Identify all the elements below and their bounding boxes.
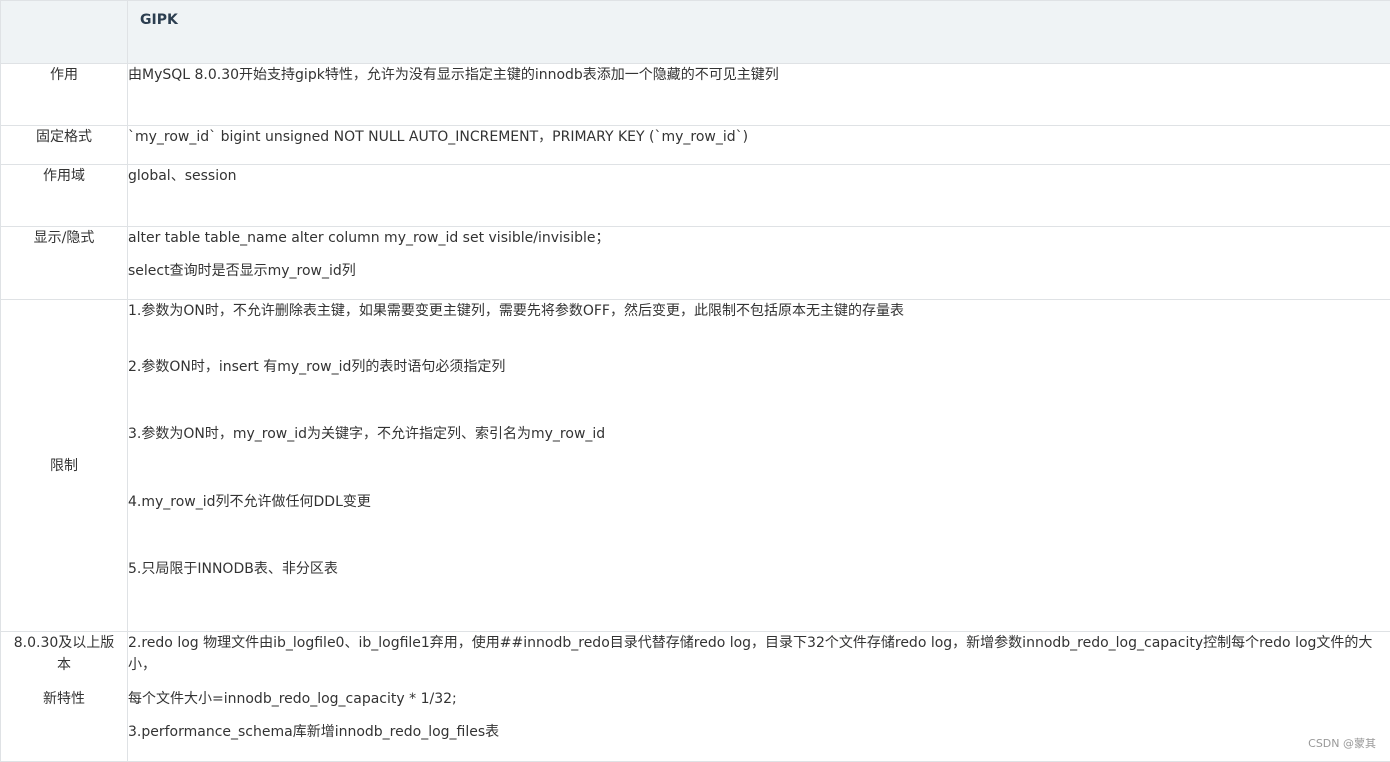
row-label-text: 限制 — [50, 458, 78, 474]
content-line: 4.my_row_id列不允许做任何DDL变更 — [128, 491, 1390, 513]
content-line: 3.performance_schema库新增innodb_redo_log_f… — [128, 721, 1390, 743]
row-label-text: 本 — [1, 654, 127, 676]
content-line: 由MySQL 8.0.30开始支持gipk特性，允许为没有显示指定主键的inno… — [128, 64, 1390, 86]
content-line: 2.redo log 物理文件由ib_logfile0、ib_logfile1弃… — [128, 632, 1390, 676]
row-content-format: `my_row_id` bigint unsigned NOT NULL AUT… — [128, 126, 1390, 165]
content-line: 3.参数为ON时，my_row_id为关键字，不允许指定列、索引名为my_row… — [128, 423, 1390, 445]
row-label-limits: 限制 — [1, 300, 128, 632]
content-line: 2.参数ON时，insert 有my_row_id列的表时语句必须指定列 — [128, 356, 1390, 378]
watermark: CSDN @蒙其 — [1308, 735, 1376, 751]
table-row: 固定格式 `my_row_id` bigint unsigned NOT NUL… — [1, 126, 1390, 165]
content-line: `my_row_id` bigint unsigned NOT NULL AUT… — [128, 126, 1390, 148]
row-label-text: 作用 — [50, 67, 78, 83]
row-label-text: 作用域 — [43, 168, 85, 184]
row-label-purpose: 作用 — [1, 64, 128, 126]
content-line: select查询时是否显示my_row_id列 — [128, 260, 1390, 282]
header-title: GIPK — [128, 1, 1390, 64]
row-content-purpose: 由MySQL 8.0.30开始支持gipk特性，允许为没有显示指定主键的inno… — [128, 64, 1390, 126]
header-empty-cell — [1, 1, 128, 64]
row-label-text: 显示/隐式 — [34, 230, 95, 246]
content-line: global、session — [128, 165, 1390, 187]
row-content-limits: 1.参数为ON时，不允许删除表主键，如果需要变更主键列，需要先将参数OFF，然后… — [128, 300, 1390, 632]
row-label-text: 固定格式 — [36, 129, 92, 145]
table-row: 显示/隐式 alter table table_name alter colum… — [1, 227, 1390, 300]
row-label-new-features: 8.0.30及以上版 本 新特性 — [1, 632, 128, 762]
row-content-visibility: alter table table_name alter column my_r… — [128, 227, 1390, 300]
table-row: 8.0.30及以上版 本 新特性 2.redo log 物理文件由ib_logf… — [1, 632, 1390, 762]
row-label-format: 固定格式 — [1, 126, 128, 165]
row-label-scope: 作用域 — [1, 165, 128, 227]
row-label-visibility: 显示/隐式 — [1, 227, 128, 300]
row-label-text: 8.0.30及以上版 — [1, 632, 127, 654]
table-row: 限制 1.参数为ON时，不允许删除表主键，如果需要变更主键列，需要先将参数OFF… — [1, 300, 1390, 632]
table-row: 作用 由MySQL 8.0.30开始支持gipk特性，允许为没有显示指定主键的i… — [1, 64, 1390, 126]
table-header-row: GIPK — [1, 1, 1390, 64]
row-content-scope: global、session — [128, 165, 1390, 227]
content-line: 5.只局限于INNODB表、非分区表 — [128, 558, 1390, 580]
content-line: 1.参数为ON时，不允许删除表主键，如果需要变更主键列，需要先将参数OFF，然后… — [128, 300, 1390, 322]
table-row: 作用域 global、session — [1, 165, 1390, 227]
gipk-table: GIPK 作用 由MySQL 8.0.30开始支持gipk特性，允许为没有显示指… — [0, 0, 1390, 762]
row-content-new-features: 2.redo log 物理文件由ib_logfile0、ib_logfile1弃… — [128, 632, 1390, 762]
content-line: 每个文件大小=innodb_redo_log_capacity * 1/32; — [128, 688, 1390, 710]
content-line: alter table table_name alter column my_r… — [128, 227, 1390, 249]
row-label-text: 新特性 — [1, 688, 127, 710]
